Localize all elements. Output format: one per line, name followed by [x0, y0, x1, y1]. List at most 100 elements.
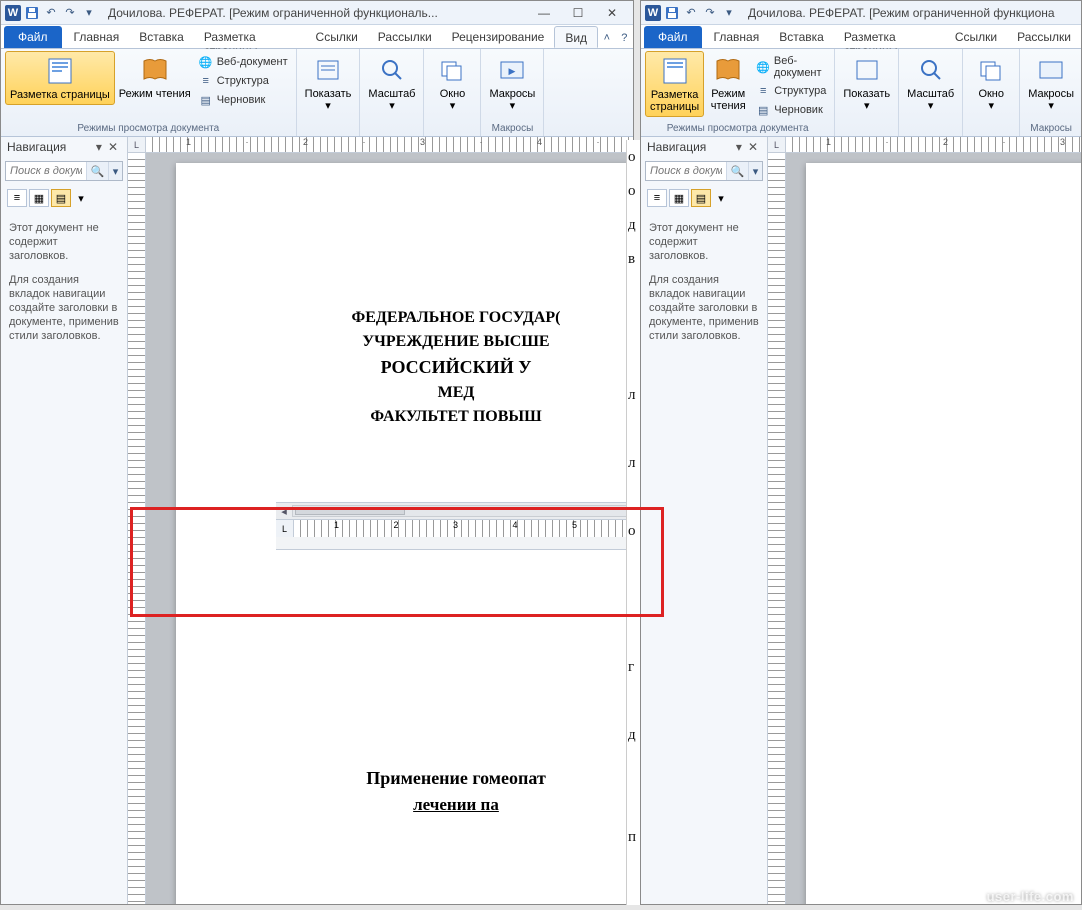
tab-references[interactable]: Ссылки [945, 26, 1007, 48]
nav-tab-results[interactable]: ▤ [51, 189, 71, 207]
svg-text:▶: ▶ [509, 66, 516, 76]
nav-dropdown-icon[interactable]: ▾ [733, 140, 745, 154]
search-icon[interactable]: 🔍 [726, 162, 748, 180]
nav-text-2: Для создания вкладок навигации создайте … [649, 273, 759, 343]
doc-line-7: Применение гомеопат [206, 768, 633, 789]
nav-tab-pages[interactable]: ▦ [29, 189, 49, 207]
macros-button[interactable]: Макросы▾ [1024, 51, 1078, 115]
draft-button[interactable]: ▤Черновик [195, 91, 292, 109]
horizontal-ruler[interactable]: L 1 · 2 · 3 · 4 · 5 · 6 · 7 · 8 · 9 · 10… [128, 137, 633, 153]
minimize-button[interactable]: — [527, 3, 561, 23]
nav-tab-pages[interactable]: ▦ [669, 189, 689, 207]
outline-icon: ≡ [199, 74, 213, 88]
search-icon[interactable]: 🔍 [86, 162, 108, 180]
reading-mode-button[interactable]: Режим чтения [704, 51, 752, 115]
titlebar: W ↶ ↷ ▾ Дочилова. РЕФЕРАТ. [Режим ограни… [1, 1, 633, 25]
file-tab[interactable]: Файл [4, 26, 62, 48]
tab-mailings[interactable]: Рассылки [368, 26, 442, 48]
print-layout-button[interactable]: Разметка страницы [645, 51, 704, 117]
watermark: user-life.com [987, 889, 1074, 904]
scroll-left-icon[interactable]: ◂ [276, 505, 292, 518]
tab-page-layout[interactable]: Разметка страницы [834, 26, 945, 48]
tab-insert[interactable]: Вставка [769, 26, 834, 48]
qat-dropdown-icon[interactable]: ▾ [80, 4, 98, 22]
print-layout-button[interactable]: Разметка страницы [5, 51, 115, 105]
group-document-views: Разметка страницы Режим чтения 🌐Веб-доку… [1, 49, 297, 136]
help-icon[interactable]: ? [616, 28, 633, 48]
nav-tab-more-icon[interactable]: ▾ [73, 189, 89, 207]
tab-mailings[interactable]: Рассылки [1007, 26, 1081, 48]
qat-dropdown-icon[interactable]: ▾ [720, 4, 738, 22]
save-icon[interactable] [663, 4, 681, 22]
tab-home[interactable]: Главная [64, 26, 130, 48]
split-ruler[interactable]: L 1 2 3 4 5 6 [276, 519, 633, 537]
nav-tab-headings[interactable]: ≡ [7, 189, 27, 207]
undo-icon[interactable]: ↶ [682, 4, 700, 22]
outline-button[interactable]: ≡Структура [752, 82, 830, 100]
nav-search-input[interactable] [6, 162, 86, 180]
file-tab[interactable]: Файл [644, 26, 702, 48]
nav-search-input[interactable] [646, 162, 726, 180]
ruler-corner-icon: L [128, 137, 146, 152]
undo-icon[interactable]: ↶ [42, 4, 60, 22]
doc-line-2: УЧРЕЖДЕНИЕ ВЫСШЕ [206, 333, 633, 351]
window-button[interactable]: Окно▾ [428, 51, 476, 115]
reading-mode-button[interactable]: Режим чтения [115, 51, 195, 103]
nav-tab-results[interactable]: ▤ [691, 189, 711, 207]
show-button[interactable]: Показать▾ [839, 51, 894, 115]
zoom-button[interactable]: Масштаб▾ [903, 51, 958, 115]
document-page[interactable]: Прим [806, 163, 1081, 904]
vertical-ruler[interactable] [768, 153, 786, 904]
doc-line-1: ФЕДЕРАЛЬНОЕ ГОСУДАР( [206, 309, 633, 327]
tab-home[interactable]: Главная [704, 26, 770, 48]
ribbon-collapse-icon[interactable]: ˄ [598, 28, 615, 48]
window-title: Дочилова. РЕФЕРАТ. [Режим ограниченной ф… [100, 6, 525, 20]
nav-close-icon[interactable]: ✕ [105, 140, 121, 154]
split-horizontal-scrollbar[interactable]: ◂ ▸ [276, 503, 633, 519]
close-button[interactable]: ✕ [595, 3, 629, 23]
maximize-button[interactable]: ☐ [561, 3, 595, 23]
save-icon[interactable] [23, 4, 41, 22]
search-dropdown-icon[interactable]: ▾ [108, 162, 122, 180]
split-bar[interactable]: ◂ ▸ L 1 2 3 4 5 6 [276, 502, 633, 550]
nav-close-icon[interactable]: ✕ [745, 140, 761, 154]
content-area: Навигация ▾ ✕ 🔍 ▾ ≡ ▦ ▤ ▾ Этот документ … [641, 137, 1081, 904]
vertical-ruler[interactable] [128, 153, 146, 904]
zoom-button[interactable]: Масштаб▾ [364, 51, 419, 115]
draft-icon: ▤ [199, 93, 213, 107]
search-dropdown-icon[interactable]: ▾ [748, 162, 762, 180]
doc2-title: Прим [836, 449, 1081, 472]
macros-button[interactable]: ▶ Макросы▾ [485, 51, 539, 115]
tab-references[interactable]: Ссылки [306, 26, 368, 48]
macros-icon: ▶ [496, 54, 528, 86]
draft-button[interactable]: ▤Черновик [752, 101, 830, 119]
tab-page-layout[interactable]: Разметка страницы [194, 26, 306, 48]
show-button[interactable]: Показать▾ [301, 51, 356, 115]
reading-mode-icon [139, 54, 171, 86]
web-layout-button[interactable]: 🌐Веб-документ [752, 53, 830, 81]
quick-access-toolbar: ↶ ↷ ▾ [23, 4, 98, 22]
nav-tab-more-icon[interactable]: ▾ [713, 189, 729, 207]
nav-text-1: Этот документ не содержит заголовков. [9, 221, 119, 263]
group-window: Окно▾ [424, 49, 481, 136]
outline-button[interactable]: ≡Структура [195, 72, 292, 90]
doc-line-3: РОССИЙСКИЙ У [206, 357, 633, 378]
show-icon [312, 54, 344, 86]
nav-text-2: Для создания вкладок навигации создайте … [9, 273, 119, 343]
horizontal-ruler[interactable]: L 1 · 2 · 3 · 4 · 5 · 6 · 7 · 8 · 9 · 10… [768, 137, 1081, 153]
tab-review[interactable]: Рецензирование [442, 26, 555, 48]
ribbon-body: Разметка страницы Режим чтения 🌐Веб-доку… [641, 49, 1081, 137]
document-area: L 1 · 2 · 3 · 4 · 5 · 6 · 7 · 8 · 9 · 10… [768, 137, 1081, 904]
tab-insert[interactable]: Вставка [129, 26, 194, 48]
document-canvas[interactable]: Прим [786, 153, 1081, 904]
group-zoom: Масштаб▾ [360, 49, 424, 136]
window-button[interactable]: Окно▾ [967, 51, 1015, 115]
tab-view[interactable]: Вид [554, 26, 598, 48]
redo-icon[interactable]: ↷ [701, 4, 719, 22]
nav-tab-headings[interactable]: ≡ [647, 189, 667, 207]
reading-mode-label: Режим чтения [119, 88, 191, 100]
nav-tabs: ≡ ▦ ▤ ▾ [1, 185, 127, 211]
nav-dropdown-icon[interactable]: ▾ [93, 140, 105, 154]
redo-icon[interactable]: ↷ [61, 4, 79, 22]
web-layout-button[interactable]: 🌐Веб-документ [195, 53, 292, 71]
